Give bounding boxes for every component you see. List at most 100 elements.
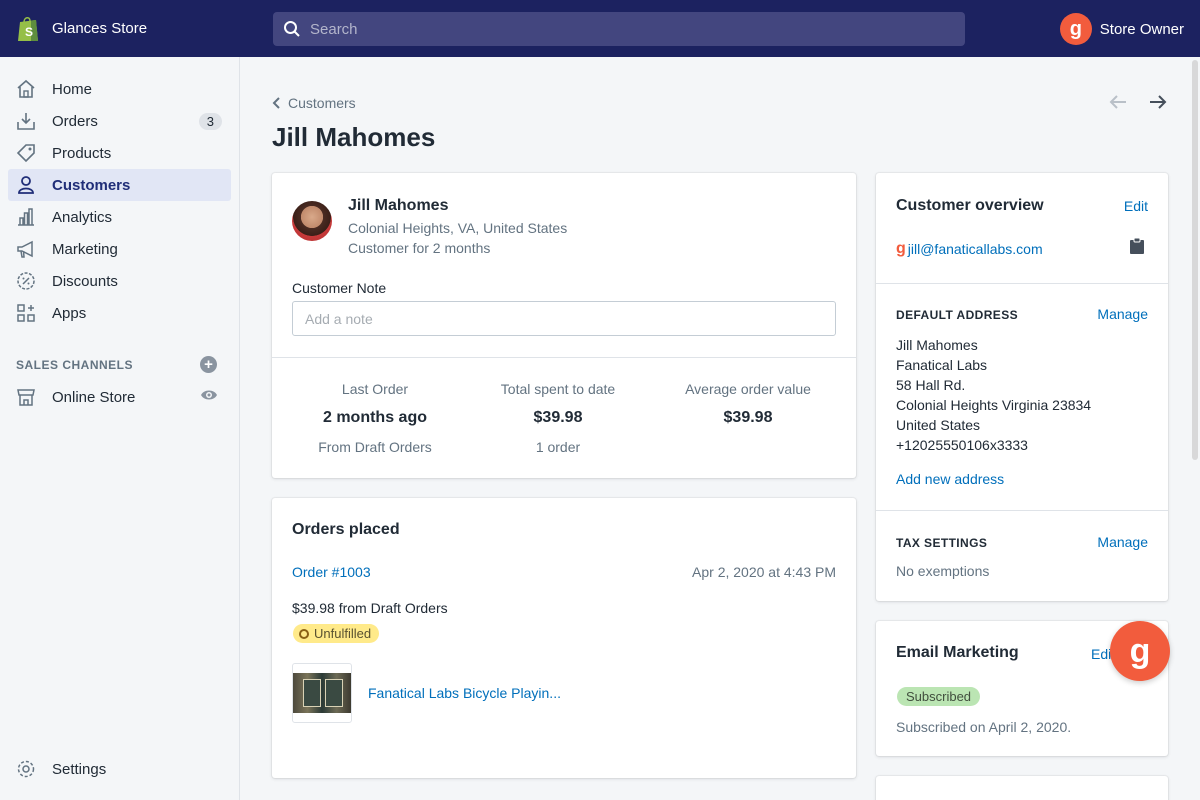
sales-channels-heading: SALES CHANNELS [16, 358, 134, 372]
stat-value: 2 months ago [322, 409, 427, 426]
search-bar[interactable] [273, 12, 965, 46]
customer-note-input[interactable] [292, 301, 836, 336]
divider [272, 357, 856, 358]
order-date: Apr 2, 2020 at 4:43 PM [692, 564, 836, 580]
arrow-left-icon[interactable] [1108, 92, 1128, 112]
orders-icon [16, 111, 36, 131]
tag-icon [16, 143, 36, 163]
last-order-link[interactable]: Last Order [285, 381, 465, 397]
gear-icon [16, 759, 36, 779]
customer-tenure: Customer for 2 months [348, 240, 491, 256]
default-address: Jill Mahomes Fanatical Labs 58 Hall Rd. … [896, 335, 1091, 455]
sidebar-item-label: Analytics [52, 208, 113, 226]
tax-settings-heading: TAX SETTINGS [896, 536, 988, 550]
order-amount: $39.98 from Draft Orders [292, 600, 448, 616]
eye-icon[interactable] [200, 386, 218, 408]
default-address-heading: DEFAULT ADDRESS [896, 308, 1019, 322]
subscribed-date: Subscribed on April 2, 2020. [896, 719, 1072, 735]
megaphone-icon [16, 239, 36, 259]
status-dot-icon [299, 628, 309, 639]
sidebar-item-analytics[interactable]: Analytics [8, 201, 231, 233]
clipboard-icon[interactable] [1130, 238, 1144, 254]
stat-label: Average order value [685, 381, 811, 397]
customer-overview-card: Customer overview Edit g jill@fanaticall… [876, 173, 1168, 601]
subscribed-badge: Subscribed [897, 687, 981, 706]
stat-total-spent: Total spent to date $39.98 1 order [468, 381, 648, 455]
search-icon [284, 21, 300, 37]
status-label: Unfulfilled [314, 626, 372, 641]
sidebar-item-customers[interactable]: Customers [8, 169, 231, 201]
email-link[interactable]: jill@fanaticallabs.com [908, 241, 1043, 257]
overview-heading: Customer overview [896, 197, 1044, 214]
sidebar-item-label: Products [52, 144, 112, 162]
sidebar-item-label: Orders [52, 112, 98, 130]
sidebar-item-marketing[interactable]: Marketing [8, 233, 231, 265]
home-icon [16, 79, 36, 99]
additional-card [876, 776, 1168, 800]
marketing-heading: Email Marketing [896, 644, 1019, 661]
add-address-link[interactable]: Add new address [896, 471, 1004, 487]
owner-name: Store Owner [1099, 20, 1184, 38]
orders-heading: Orders placed [292, 521, 400, 538]
sidebar-item-label: Marketing [52, 240, 118, 258]
product-link[interactable]: Fanatical Labs Bicycle Playin... [368, 685, 561, 701]
order-link[interactable]: Order #1003 [292, 564, 371, 580]
store-icon [16, 387, 36, 407]
address-line: +12025550106x3333 [896, 437, 1028, 453]
avatar [292, 201, 332, 241]
scrollbar[interactable] [1192, 60, 1198, 460]
product-thumbnail[interactable] [292, 663, 352, 723]
stat-sub: From Draft Orders [318, 439, 432, 455]
sidebar-item-orders[interactable]: Orders 3 [8, 105, 231, 137]
sidebar-item-online-store[interactable]: Online Store [8, 381, 231, 413]
divider [876, 510, 1168, 511]
address-line: Fanatical Labs [896, 357, 988, 373]
sidebar-item-label: Online Store [52, 388, 136, 406]
manage-address-button[interactable]: Manage [1097, 306, 1148, 322]
shopify-bag-icon: S [18, 16, 38, 41]
stat-value: $39.98 [533, 409, 583, 426]
stat-last-order: Last Order 2 months ago From Draft Order… [285, 381, 465, 455]
apps-icon [16, 303, 36, 323]
customer-note-label: Customer Note [292, 280, 387, 296]
customer-email: g jill@fanaticallabs.com [896, 240, 1043, 258]
owner-avatar: g [1059, 13, 1092, 45]
record-pagination [1108, 92, 1168, 112]
tax-value: No exemptions [896, 563, 990, 579]
sidebar-item-label: Apps [52, 304, 87, 322]
chevron-left-icon [272, 97, 280, 109]
arrow-right-icon[interactable] [1148, 92, 1168, 112]
search-input[interactable] [310, 20, 910, 38]
sidebar-item-discounts[interactable]: Discounts [8, 265, 231, 297]
stat-label: Total spent to date [500, 381, 616, 397]
glances-fab-button[interactable]: g [1110, 621, 1170, 681]
discount-icon [16, 271, 36, 291]
sidebar-item-label: Settings [52, 760, 107, 778]
account-menu[interactable]: g Store Owner [1059, 13, 1184, 45]
breadcrumb[interactable]: Customers [272, 95, 356, 111]
sidebar-item-settings[interactable]: Settings [8, 753, 231, 785]
product-image [293, 673, 351, 713]
address-line: Colonial Heights Virginia 23834 [896, 397, 1092, 413]
person-icon [16, 175, 36, 195]
orders-count-badge: 3 [198, 112, 222, 130]
sidebar-item-label: Discounts [52, 272, 118, 290]
sidebar-item-apps[interactable]: Apps [8, 297, 231, 329]
edit-overview-button[interactable]: Edit [1124, 198, 1148, 214]
top-bar: S Glances Store g Store Owner [0, 0, 1200, 57]
sidebar-item-products[interactable]: Products [8, 137, 231, 169]
customer-profile-card: Jill Mahomes Colonial Heights, VA, Unite… [272, 173, 856, 478]
add-channel-button[interactable]: + [200, 356, 217, 373]
sidebar-item-label: Customers [52, 176, 131, 194]
address-line: 58 Hall Rd. [896, 377, 966, 393]
customer-name: Jill Mahomes [348, 197, 449, 214]
sidebar-item-home[interactable]: Home [8, 73, 231, 105]
store-brand[interactable]: S Glances Store [0, 15, 240, 43]
sidebar-item-label: Home [52, 80, 93, 98]
bar-chart-icon [16, 207, 36, 227]
address-line: United States [896, 417, 981, 433]
stat-value: $39.98 [723, 409, 773, 426]
manage-tax-button[interactable]: Manage [1097, 534, 1148, 550]
sidebar: Home Orders 3 Products Customers Analyti… [0, 57, 240, 800]
stat-sub: 1 order [535, 439, 581, 455]
